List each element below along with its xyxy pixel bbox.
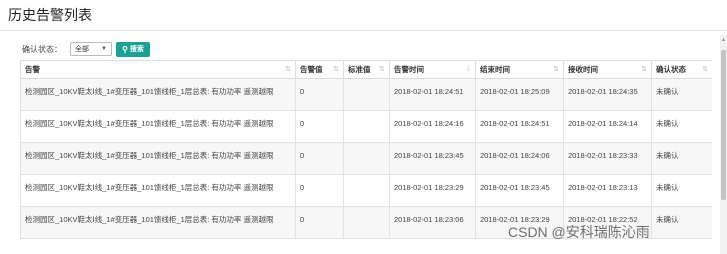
table-row[interactable]: 检测园区_10KV鞋太Ⅰ线_1#变压器_101馈线柜_1层总表: 有功功率 遥测… [20, 78, 712, 111]
watermark: CSDN @安科瑞陈沁雨 [508, 224, 650, 240]
scrollbar-thumb[interactable] [721, 50, 726, 200]
table-cell: 0 [295, 174, 344, 207]
table-cell: 2018-02-01 18:24:51 [389, 78, 476, 111]
column-header[interactable]: 标准值 ⇅ [343, 60, 390, 79]
column-header-label: 标准值 [348, 65, 371, 74]
table-cell: 0 [295, 142, 344, 175]
table-cell: 未确认 [651, 206, 712, 239]
table-cell: 2018-02-01 18:25:09 [475, 78, 564, 111]
column-header[interactable]: 确认状态 ⇅ [651, 60, 712, 79]
sort-icon[interactable]: ⇅ [333, 65, 339, 73]
table-cell [343, 142, 390, 175]
sort-icon[interactable]: ⇅ [702, 65, 708, 73]
table-cell: 2018-02-01 18:23:33 [563, 142, 652, 175]
table-cell: 2018-02-01 18:24:06 [475, 142, 564, 175]
table-cell [343, 174, 390, 207]
title-bar: 历史告警列表 [0, 0, 727, 31]
table-row[interactable]: 检测园区_10KV鞋太Ⅰ线_1#变压器_101馈线柜_1层总表: 有功功率 遥测… [20, 110, 712, 143]
table-cell: 检测园区_10KV鞋太Ⅰ线_1#变压器_101馈线柜_1层总表: 有功功率 遥测… [20, 206, 296, 239]
alarm-table: 告警 ⇅ 告警值 ⇅ 标准值 ⇅ 告警时间 ⇂ 结束时间 ⇅ 接收时间 ⇅ 确认状态 ⇅ 检测园区_10K… [20, 60, 712, 239]
table-cell [343, 110, 390, 143]
filter-row: 确认状态： 全部 ▼ ⚲ 搜索 [0, 36, 727, 62]
table-cell: 2018-02-01 18:23:29 [389, 174, 476, 207]
table-cell: 未确认 [651, 78, 712, 111]
table-cell: 检测园区_10KV鞋太Ⅰ线_1#变压器_101馈线柜_1层总表: 有功功率 遥测… [20, 110, 296, 143]
table-row[interactable]: 检测园区_10KV鞋太Ⅰ线_1#变压器_101馈线柜_1层总表: 有功功率 遥测… [20, 174, 712, 207]
column-header-label: 结束时间 [480, 65, 510, 74]
column-header[interactable]: 告警值 ⇅ [295, 60, 344, 79]
column-header[interactable]: 告警 ⇅ [20, 60, 296, 79]
table-cell: 2018-02-01 18:24:14 [563, 110, 652, 143]
table-cell: 未确认 [651, 142, 712, 175]
column-header[interactable]: 接收时间 ⇅ [563, 60, 652, 79]
table-cell: 检测园区_10KV鞋太Ⅰ线_1#变压器_101馈线柜_1层总表: 有功功率 遥测… [20, 174, 296, 207]
column-header-label: 确认状态 [656, 65, 686, 74]
sort-icon[interactable]: ⇂ [465, 65, 471, 73]
table-body: 检测园区_10KV鞋太Ⅰ线_1#变压器_101馈线柜_1层总表: 有功功率 遥测… [20, 78, 712, 239]
sort-icon[interactable]: ⇅ [553, 65, 559, 73]
table-cell: 0 [295, 206, 344, 239]
table-cell: 未确认 [651, 110, 712, 143]
table-cell: 2018-02-01 18:24:35 [563, 78, 652, 111]
column-header[interactable]: 结束时间 ⇅ [475, 60, 564, 79]
table-cell [343, 78, 390, 111]
table-cell: 检测园区_10KV鞋太Ⅰ线_1#变压器_101馈线柜_1层总表: 有功功率 遥测… [20, 142, 296, 175]
column-header-label: 告警 [25, 65, 40, 74]
select-value: 全部 [75, 46, 89, 53]
scroll-up-arrow-icon[interactable]: ▲ [721, 37, 726, 43]
table-cell: 2018-02-01 18:23:06 [389, 206, 476, 239]
confirm-status-select[interactable]: 全部 ▼ [70, 42, 112, 56]
sort-icon[interactable]: ⇅ [641, 65, 647, 73]
search-button-label: 搜索 [129, 46, 144, 53]
table-cell [343, 206, 390, 239]
page-title: 历史告警列表 [8, 7, 92, 23]
table-cell: 2018-02-01 18:23:45 [475, 174, 564, 207]
caret-down-icon: ▼ [101, 46, 107, 52]
table-cell: 2018-02-01 18:24:16 [389, 110, 476, 143]
table-cell: 未确认 [651, 174, 712, 207]
table-cell: 0 [295, 110, 344, 143]
column-header-label: 接收时间 [568, 65, 598, 74]
confirm-status-label: 确认状态： [22, 44, 62, 54]
table-row[interactable]: 检测园区_10KV鞋太Ⅰ线_1#变压器_101馈线柜_1层总表: 有功功率 遥测… [20, 142, 712, 175]
search-icon: ⚲ [122, 44, 128, 54]
search-button[interactable]: ⚲ 搜索 [116, 41, 150, 57]
column-header-label: 告警值 [300, 65, 323, 74]
table-cell: 2018-02-01 18:23:45 [389, 142, 476, 175]
sort-icon[interactable]: ⇅ [285, 65, 291, 73]
table-cell: 2018-02-01 18:23:13 [563, 174, 652, 207]
column-header-label: 告警时间 [394, 65, 424, 74]
table-header-row: 告警 ⇅ 告警值 ⇅ 标准值 ⇅ 告警时间 ⇂ 结束时间 ⇅ 接收时间 ⇅ 确认状态 ⇅ [20, 60, 712, 79]
table-cell: 检测园区_10KV鞋太Ⅰ线_1#变压器_101馈线柜_1层总表: 有功功率 遥测… [20, 78, 296, 111]
table-cell: 0 [295, 78, 344, 111]
table-cell: 2018-02-01 18:24:51 [475, 110, 564, 143]
column-header[interactable]: 告警时间 ⇂ [389, 60, 476, 79]
sort-icon[interactable]: ⇅ [379, 65, 385, 73]
